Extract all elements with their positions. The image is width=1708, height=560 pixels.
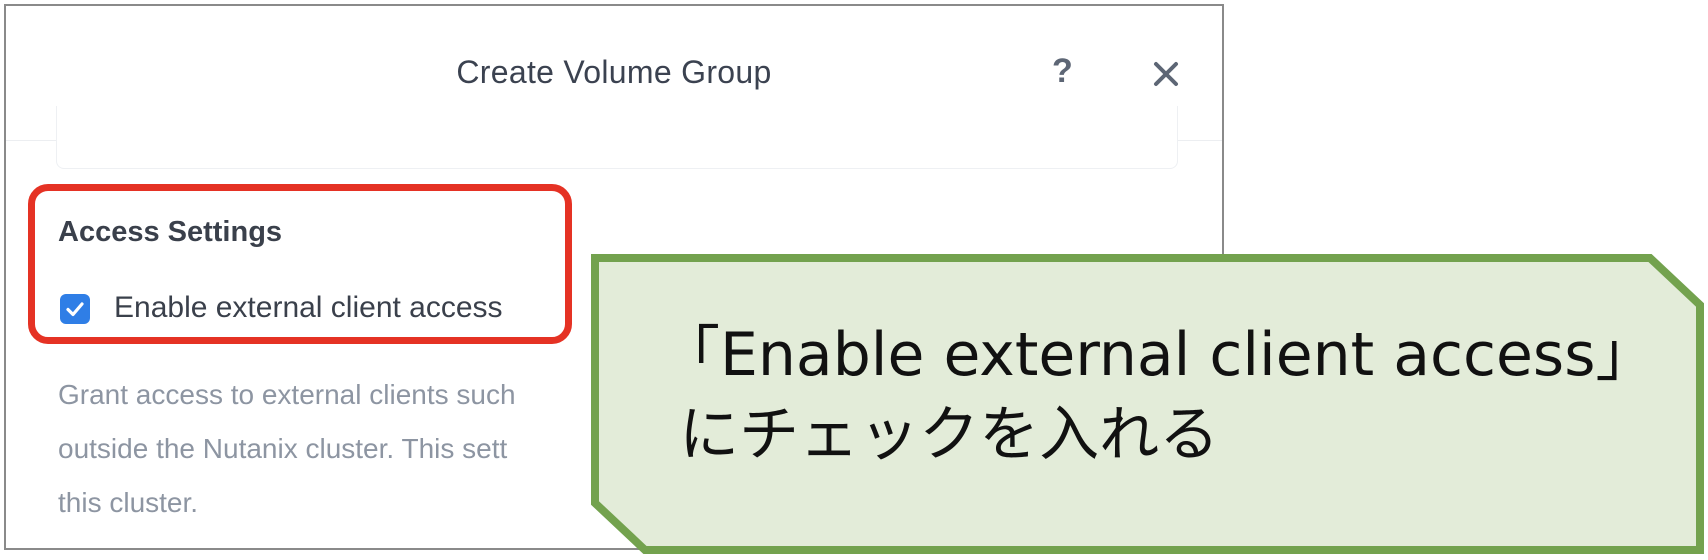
callout-text: 「Enable external client access」 にチェックを入れ… <box>660 315 1655 475</box>
callout-line-1: 「Enable external client access」 <box>660 320 1656 390</box>
callout-annotation <box>591 254 1704 554</box>
callout-line-2: にチェックを入れる <box>660 400 1220 470</box>
